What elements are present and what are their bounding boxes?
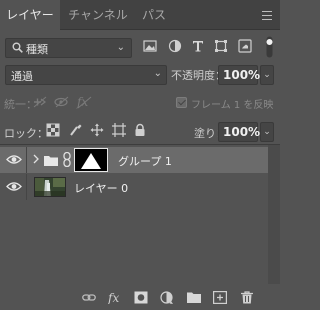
lock-position-icon[interactable] [90, 123, 104, 137]
search-icon [12, 42, 23, 53]
filter-shape-icon[interactable] [214, 39, 228, 53]
lock-artboard-icon[interactable] [112, 123, 126, 137]
lock-image-pixels-icon[interactable] [69, 123, 83, 137]
eye-icon[interactable] [6, 181, 22, 192]
propagate-frame-label: フレーム 1 を反映 [191, 100, 274, 111]
row-divider [26, 174, 27, 200]
layer-name: グループ 1 [118, 155, 172, 168]
tab-layers[interactable]: レイヤー [0, 0, 60, 31]
filter-pixel-icon[interactable] [143, 39, 157, 53]
unify-style-icon: fx [76, 95, 92, 109]
panel-tab-bar: レイヤー チャンネル パス [0, 0, 280, 31]
fill-value: 100% [223, 125, 261, 139]
fx-icon[interactable]: fx [108, 291, 122, 304]
opacity-dropdown-button[interactable]: ⌄ [260, 65, 274, 85]
mask-shape-icon [81, 153, 101, 169]
fill-dropdown-button[interactable]: ⌄ [260, 122, 274, 142]
layer-thumbnail[interactable] [34, 177, 66, 197]
unify-position-icon [33, 96, 47, 108]
bottom-toolbar: fx [0, 284, 280, 310]
eye-icon[interactable] [6, 154, 22, 165]
new-layer-icon[interactable] [213, 291, 227, 304]
layers-list: グループ 1 レイヤー 0 [0, 144, 280, 284]
new-group-icon[interactable] [187, 291, 201, 304]
lock-all-icon[interactable] [133, 123, 147, 137]
filter-toggle-icon[interactable] [266, 36, 273, 58]
chevron-down-icon: ⌄ [116, 42, 125, 53]
layer-mask-thumbnail[interactable] [74, 148, 108, 172]
fill-input[interactable]: 100% [218, 122, 261, 142]
mask-link-icon[interactable] [62, 152, 72, 167]
add-mask-icon[interactable] [134, 291, 148, 304]
filter-kind-label: 種類 [26, 43, 48, 56]
blend-mode-value: 通過 [11, 70, 33, 83]
unify-visibility-icon [54, 96, 69, 108]
svg-text:fx: fx [76, 95, 88, 109]
layer-name: レイヤー 0 [74, 182, 129, 195]
filter-adjustment-icon[interactable] [168, 39, 182, 53]
opacity-input[interactable]: 100% [218, 65, 261, 85]
panel-menu-icon[interactable] [262, 11, 272, 20]
layers-panel: レイヤー チャンネル パス 種類 ⌄ 通過 ⌄ 不透明度： 100% ⌄ 統一：… [0, 0, 280, 310]
row-divider [26, 147, 27, 173]
adjustment-layer-icon[interactable] [160, 291, 174, 304]
lock-label: ロック： [4, 127, 48, 140]
svg-text:fx: fx [108, 291, 119, 304]
tab-channels[interactable]: チャンネル [60, 0, 136, 30]
filter-smart-object-icon[interactable] [238, 39, 252, 53]
layer-row-group[interactable]: グループ 1 [0, 147, 268, 173]
link-layers-icon[interactable] [82, 291, 96, 304]
tab-paths[interactable]: パス [136, 0, 172, 30]
layer-row-image[interactable]: レイヤー 0 [0, 174, 268, 200]
lock-transparent-pixels-icon[interactable] [46, 123, 60, 137]
check-icon [176, 97, 187, 108]
filter-type-icon[interactable] [191, 39, 205, 53]
chevron-down-icon: ⌄ [153, 68, 162, 79]
opacity-value: 100% [223, 68, 261, 82]
blend-mode-select[interactable]: 通過 ⌄ [5, 65, 167, 85]
folder-icon [44, 156, 58, 166]
waterfall-image-icon [35, 178, 65, 196]
filter-kind-select[interactable]: 種類 ⌄ [5, 38, 132, 58]
delete-icon[interactable] [240, 291, 254, 304]
layers-scrollbar[interactable] [268, 145, 280, 285]
expand-caret-icon[interactable] [32, 153, 40, 165]
